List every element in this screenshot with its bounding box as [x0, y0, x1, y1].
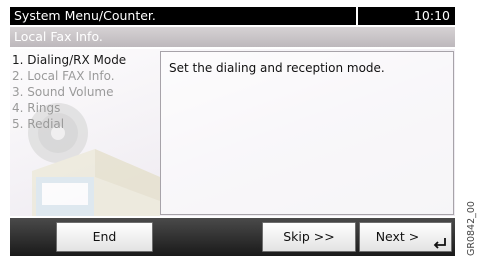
description-text: Set the dialing and reception mode. [169, 61, 385, 75]
skip-button-label: Skip >> [283, 229, 335, 244]
description-panel: Set the dialing and reception mode. [160, 51, 454, 215]
page-title: Local Fax Info. [14, 29, 103, 44]
next-button[interactable]: Next > [359, 222, 452, 252]
figure-code: GR0842_00 [466, 201, 477, 256]
skip-button[interactable]: Skip >> [262, 222, 356, 252]
menu-item-local-fax-info[interactable]: 2. Local FAX Info. [12, 68, 126, 84]
fax-panel-screen: System Menu/Counter. 10:10 Local Fax Inf… [0, 0, 465, 260]
clock: 10:10 [413, 8, 450, 23]
title-bar-divider [356, 7, 358, 25]
menu-list: 1. Dialing/RX Mode 2. Local FAX Info. 3.… [12, 52, 126, 132]
menu-item-rings[interactable]: 4. Rings [12, 100, 126, 116]
menu-item-sound-volume[interactable]: 3. Sound Volume [12, 84, 126, 100]
title-bar: System Menu/Counter. 10:10 [10, 7, 455, 25]
end-button[interactable]: End [56, 222, 153, 252]
enter-return-icon [433, 238, 446, 249]
content-area: 1. Dialing/RX Mode 2. Local FAX Info. 3.… [10, 49, 455, 216]
end-button-label: End [92, 229, 117, 244]
menu-item-dialing-rx-mode[interactable]: 1. Dialing/RX Mode [12, 52, 126, 68]
bottom-toolbar: End Skip >> Next > [10, 218, 455, 256]
menu-item-redial[interactable]: 5. Redial [12, 116, 126, 132]
window-title: System Menu/Counter. [14, 8, 156, 23]
subtitle-bar: Local Fax Info. [10, 27, 455, 47]
